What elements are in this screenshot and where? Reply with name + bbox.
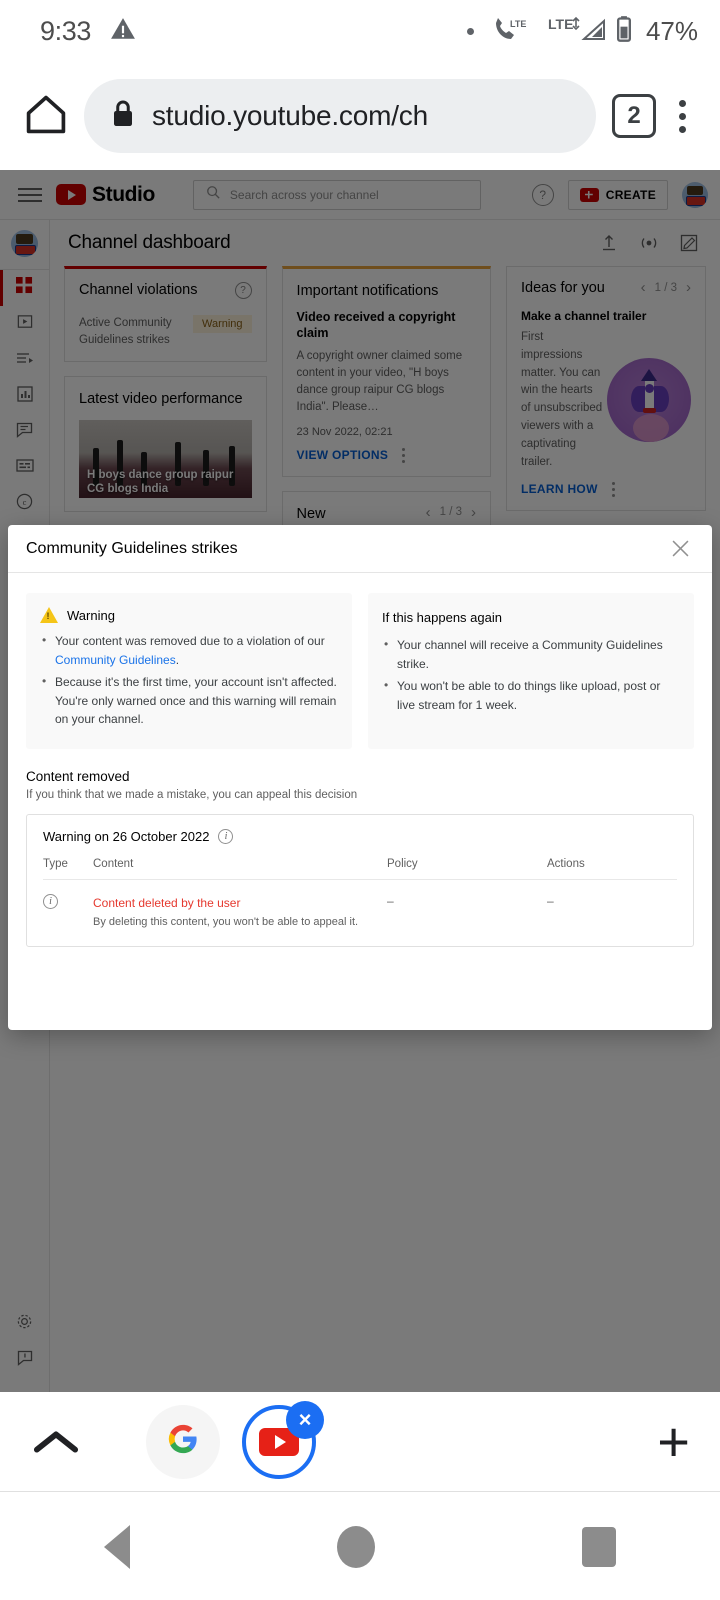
bullet-text-post: . (175, 652, 180, 667)
google-icon (166, 1422, 200, 1461)
url-text: studio.youtube.com/ch (152, 100, 428, 131)
battery-icon (615, 15, 633, 48)
new-tab-button[interactable]: + (657, 1414, 690, 1469)
community-guidelines-strikes-dialog: Community Guidelines strikes Warning You… (8, 525, 712, 1030)
status-bar-right: LTE LTE 47% (466, 15, 698, 48)
list-item: Your channel will receive a Community Gu… (382, 635, 680, 673)
chrome-tab-strip: × + (0, 1392, 720, 1492)
if-this-happens-again-panel: If this happens again Your channel will … (368, 593, 694, 749)
info-icon[interactable]: i (43, 893, 58, 909)
lte-signal-icon: LTE (548, 15, 606, 48)
warning-bullets: Your content was removed due to a violat… (40, 631, 338, 729)
youtube-studio-page: Studio Search across your channel ? CREA… (0, 170, 720, 1392)
list-item: Your content was removed due to a violat… (40, 631, 338, 669)
info-icon[interactable]: i (218, 828, 234, 844)
content-note: By deleting this content, you won't be a… (93, 915, 359, 928)
column-header-policy: Policy (387, 857, 418, 870)
warning-triangle-icon (40, 607, 58, 623)
table-row: i Content deleted by the user By deletin… (43, 880, 677, 928)
info-panels: Warning Your content was removed due to … (26, 593, 694, 749)
panel-heading: If this happens again (382, 610, 502, 625)
home-icon[interactable] (24, 92, 68, 141)
dialog-title: Community Guidelines strikes (26, 539, 238, 557)
home-circle-icon[interactable] (336, 1525, 375, 1568)
row-content-cell: Content deleted by the user By deleting … (93, 894, 387, 928)
list-item: Because it's the first time, your accoun… (40, 672, 338, 729)
youtube-tab[interactable]: × (242, 1400, 324, 1479)
dialog-body: Warning Your content was removed due to … (8, 573, 712, 1030)
android-status-bar: 9:33 LTE LTE 47% (0, 0, 720, 62)
row-actions-cell: – (547, 893, 554, 908)
column-header-actions: Actions (547, 857, 585, 870)
chevron-up-icon[interactable] (30, 1428, 82, 1456)
strike-detail-box: Warning on 26 October 2022 i Type Conten… (26, 813, 694, 947)
row-type-cell: i (43, 893, 93, 909)
content-removed-subtitle: If you think that we made a mistake, you… (26, 788, 358, 801)
row-policy-cell: – (387, 893, 394, 908)
again-bullets: Your channel will receive a Community Gu… (382, 635, 680, 714)
battery-percentage: 47% (645, 15, 698, 46)
status-bar-left: 9:33 (40, 16, 137, 47)
tab-count-label: 2 (627, 102, 641, 129)
bullet-text-pre: Your content was removed due to a violat… (55, 634, 325, 648)
android-nav-bar (0, 1493, 720, 1600)
list-item: You won't be able to do things like uplo… (382, 676, 680, 714)
recents-square-icon[interactable] (582, 1526, 617, 1567)
close-icon[interactable] (666, 535, 694, 563)
web-viewport: Studio Search across your channel ? CREA… (0, 170, 720, 1392)
status-bar-clock: 9:33 (40, 15, 91, 46)
community-guidelines-link[interactable]: Community Guidelines (55, 653, 176, 667)
content-removed-title: Content removed (26, 768, 130, 784)
warning-heading: Warning (67, 607, 115, 623)
svg-text:LTE: LTE (510, 19, 526, 29)
column-header-content: Content (93, 857, 134, 870)
svg-text:LTE: LTE (548, 16, 573, 32)
strike-table: Type Content Policy Actions i Content de… (43, 858, 677, 928)
back-triangle-icon[interactable] (103, 1524, 130, 1569)
table-header: Type Content Policy Actions (43, 858, 677, 880)
dialog-header: Community Guidelines strikes (8, 525, 712, 573)
google-tab[interactable] (146, 1404, 220, 1479)
warning-heading-row: Warning (40, 607, 338, 623)
recording-dot-icon (466, 27, 474, 35)
strike-heading: Warning on 26 October 2022 (43, 828, 210, 844)
close-icon[interactable]: × (286, 1400, 324, 1439)
browser-toolbar: studio.youtube.com/ch 2 (0, 62, 720, 170)
tab-counter-button[interactable]: 2 (612, 94, 656, 138)
warning-panel: Warning Your content was removed due to … (26, 593, 352, 749)
kebab-menu-icon[interactable] (662, 99, 702, 133)
warning-triangle-icon (109, 16, 137, 47)
column-header-type: Type (43, 857, 68, 870)
strike-heading-row: Warning on 26 October 2022 i (43, 828, 677, 844)
volte-icon: LTE (493, 15, 539, 48)
address-bar[interactable]: studio.youtube.com/ch (84, 79, 596, 153)
content-status: Content deleted by the user (93, 895, 241, 910)
lock-icon (110, 99, 136, 134)
